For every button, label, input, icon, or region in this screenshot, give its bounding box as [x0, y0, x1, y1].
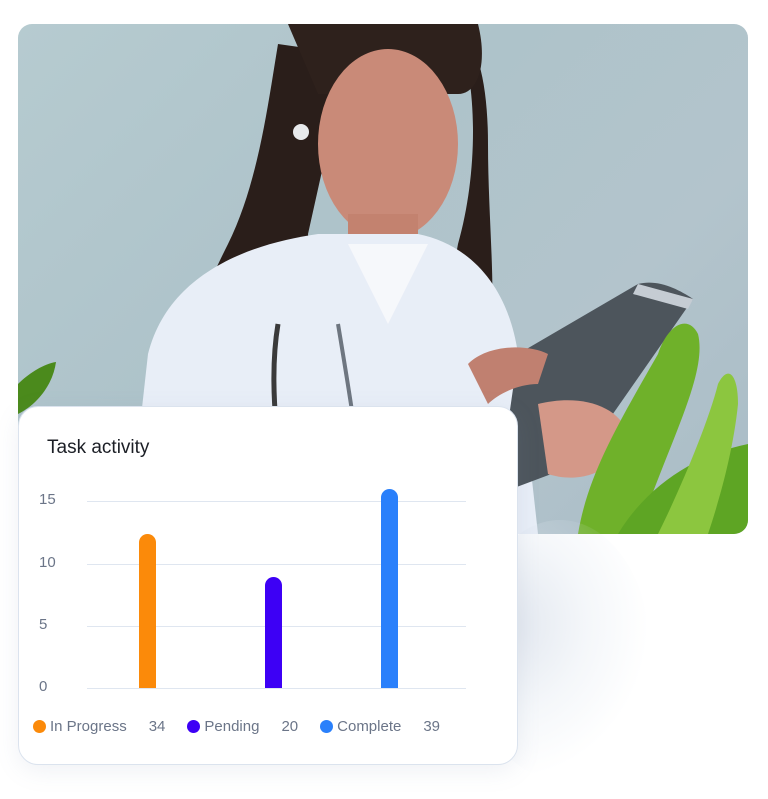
bar-in-progress [139, 533, 156, 688]
legend-dot-icon [187, 720, 201, 733]
gridline [87, 688, 466, 689]
legend-item-in-progress: In Progress 34 [33, 718, 187, 735]
gridline [87, 501, 466, 503]
y-tick-label: 0 [39, 678, 48, 695]
bar-pending [265, 577, 282, 688]
legend-item-complete: Complete 39 [320, 718, 462, 735]
y-tick-label: 15 [39, 491, 56, 509]
legend-dot-icon [33, 720, 46, 733]
legend-count: 20 [281, 718, 299, 735]
legend-count: 34 [148, 718, 166, 735]
legend-label: Complete [337, 718, 402, 735]
legend-label: In Progress [50, 718, 127, 735]
legend-item-pending: Pending 20 [187, 718, 320, 735]
legend-label: Pending [204, 718, 260, 735]
card-title: Task activity [47, 437, 150, 458]
legend-dot-icon [320, 720, 334, 733]
bar-complete [381, 488, 398, 688]
task-activity-card: Task activity In Progress 34 Pending 20 … [18, 406, 518, 765]
chart-legend: In Progress 34 Pending 20 Complete 39 [33, 718, 462, 735]
y-tick-label: 5 [39, 615, 48, 633]
y-tick-label: 10 [39, 553, 56, 571]
legend-count: 39 [423, 718, 441, 735]
